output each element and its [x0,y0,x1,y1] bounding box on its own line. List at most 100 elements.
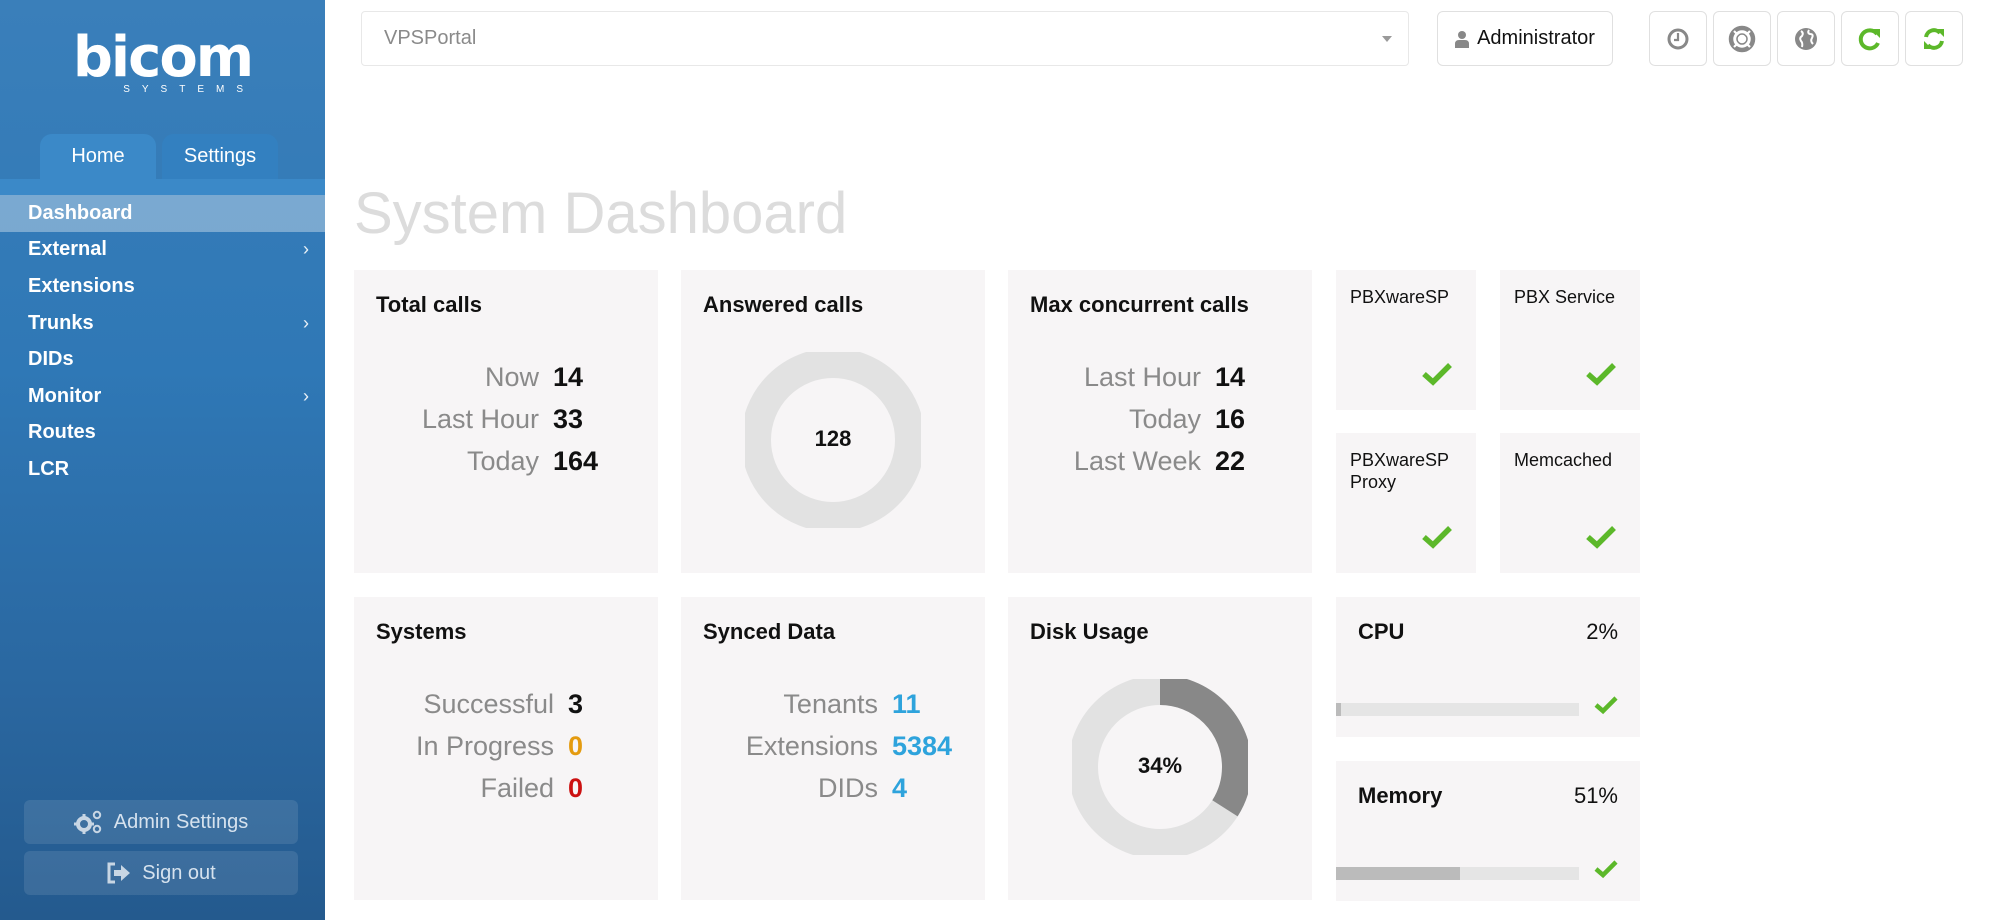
help-button[interactable] [1713,11,1771,66]
stat-label: Now [484,362,539,392]
stat-row: Failed 0 [354,773,658,815]
sidebar-item-extensions[interactable]: Extensions [0,268,325,305]
card-title: Max concurrent calls [1030,292,1249,317]
card-title: Synced Data [703,619,836,644]
clock-icon [1667,28,1689,49]
stat-value: 14 [1215,362,1246,392]
check-icon [1422,363,1452,386]
memory-progress-fill [1336,867,1460,880]
max-concurrent-stats: Last Hour 14 Today 16 Last Week 22 [1008,362,1312,488]
stat-label: Today [466,446,539,476]
check-icon [1422,526,1452,549]
sidebar-item-external[interactable]: External › [0,232,325,269]
reload-button[interactable] [1841,11,1899,66]
memory-value: 51% [1573,783,1618,808]
total-calls-stats: Now 14 Last Hour 33 Today 164 [354,362,658,488]
sidebar-item-monitor[interactable]: Monitor › [0,378,325,415]
cpu-title: CPU [1358,619,1405,644]
sidebar-item-label: Monitor [28,384,102,407]
sign-out-label: Sign out [142,861,216,884]
check-icon [1594,696,1618,715]
stat-label: Today [1128,404,1201,434]
disk-usage-value: 34% [1137,753,1183,778]
stat-row: Tenants 11 [681,689,985,731]
sync-icon [1924,27,1944,50]
stat-row: In Progress 0 [354,731,658,773]
cpu-value: 2% [1586,619,1618,644]
memory-card: Memory 51% [1336,761,1640,901]
language-button[interactable] [1777,11,1835,66]
history-button[interactable] [1649,11,1707,66]
service-name: Memcached [1514,450,1613,470]
sidebar-nav: Dashboard External › Extensions Trunks ›… [0,195,325,488]
memory-progress-bar [1336,867,1579,880]
user-menu-button[interactable]: Administrator [1437,11,1613,66]
stat-label: Tenants [783,689,878,719]
sidebar-item-routes[interactable]: Routes [0,415,325,452]
max-concurrent-card: Max concurrent calls Last Hour 14 Today … [1008,270,1312,573]
sign-out-button[interactable]: Sign out [24,851,298,895]
stat-value: 16 [1215,404,1246,434]
stat-value: 33 [553,404,584,434]
sidebar: bicom SYSTEMS Home Settings Dashboard Ex… [0,0,325,920]
systems-card: Systems Successful 3 In Progress 0 Faile… [354,597,658,900]
sidebar-item-label: LCR [28,457,70,480]
stat-row: DIDs 4 [681,773,985,815]
stat-value: 14 [553,362,584,392]
check-icon [1586,526,1616,549]
stat-value: 11 [892,689,921,719]
answered-calls-card: Answered calls 128 [681,270,985,573]
sidebar-item-dids[interactable]: DIDs [0,341,325,378]
systems-stats: Successful 3 In Progress 0 Failed 0 [354,689,658,815]
service-card-memcached: Memcached [1500,433,1640,573]
chevron-right-icon: › [303,312,309,333]
admin-settings-button[interactable]: Admin Settings [24,800,298,844]
stat-row: Today 164 [354,446,658,488]
tab-underline [0,179,325,195]
stat-row: Today 16 [1008,404,1312,446]
stat-value: 3 [568,689,584,719]
refresh-icon [1858,27,1880,50]
gears-icon [73,810,101,834]
sidebar-tabs: Home Settings [40,134,278,179]
stat-value: 4 [892,773,908,803]
total-calls-card: Total calls Now 14 Last Hour 33 Today 16… [354,270,658,573]
server-select-value: VPSPortal [384,27,477,49]
admin-settings-label: Admin Settings [113,810,249,833]
stat-row: Successful 3 [354,689,658,731]
server-select[interactable]: VPSPortal [361,11,1409,66]
synced-data-card: Synced Data Tenants 11 Extensions 5384 D… [681,597,985,900]
cpu-progress-bar [1336,703,1579,716]
stat-label: DIDs [818,773,878,803]
logo-wordmark: bicom [72,25,254,90]
sidebar-item-dashboard[interactable]: Dashboard [0,195,325,232]
stat-row: Last Week 22 [1008,446,1312,488]
dropdown-caret-icon [1382,35,1392,42]
sidebar-item-label: DIDs [28,348,74,371]
stat-label: In Progress [415,731,554,761]
stat-value: 22 [1215,446,1246,476]
card-title: Answered calls [703,292,864,317]
check-icon [1586,363,1616,386]
service-card-pbxwaresp-proxy: PBXwareSP Proxy [1336,433,1476,573]
card-title: Systems [376,619,467,644]
stat-label: Extensions [745,731,878,761]
service-name: PBXwareSP Proxy [1350,450,1449,492]
bicom-logo[interactable]: bicom SYSTEMS [70,30,255,100]
tab-settings[interactable]: Settings [162,134,278,179]
service-card-pbx-service: PBX Service [1500,270,1640,410]
memory-title: Memory [1358,783,1443,808]
stat-value: 0 [568,731,584,761]
check-icon [1594,860,1618,879]
lifebuoy-icon [1728,25,1756,52]
stat-row: Last Hour 33 [354,404,658,446]
sidebar-item-lcr[interactable]: LCR [0,451,325,488]
sign-out-icon [107,862,131,884]
service-name: PBXwareSP [1350,287,1450,307]
stat-label: Last Week [1073,446,1201,476]
tab-home[interactable]: Home [40,134,156,179]
user-name: Administrator [1477,27,1595,49]
answered-calls-value: 128 [814,426,852,451]
sync-button[interactable] [1905,11,1963,66]
sidebar-item-trunks[interactable]: Trunks › [0,305,325,342]
